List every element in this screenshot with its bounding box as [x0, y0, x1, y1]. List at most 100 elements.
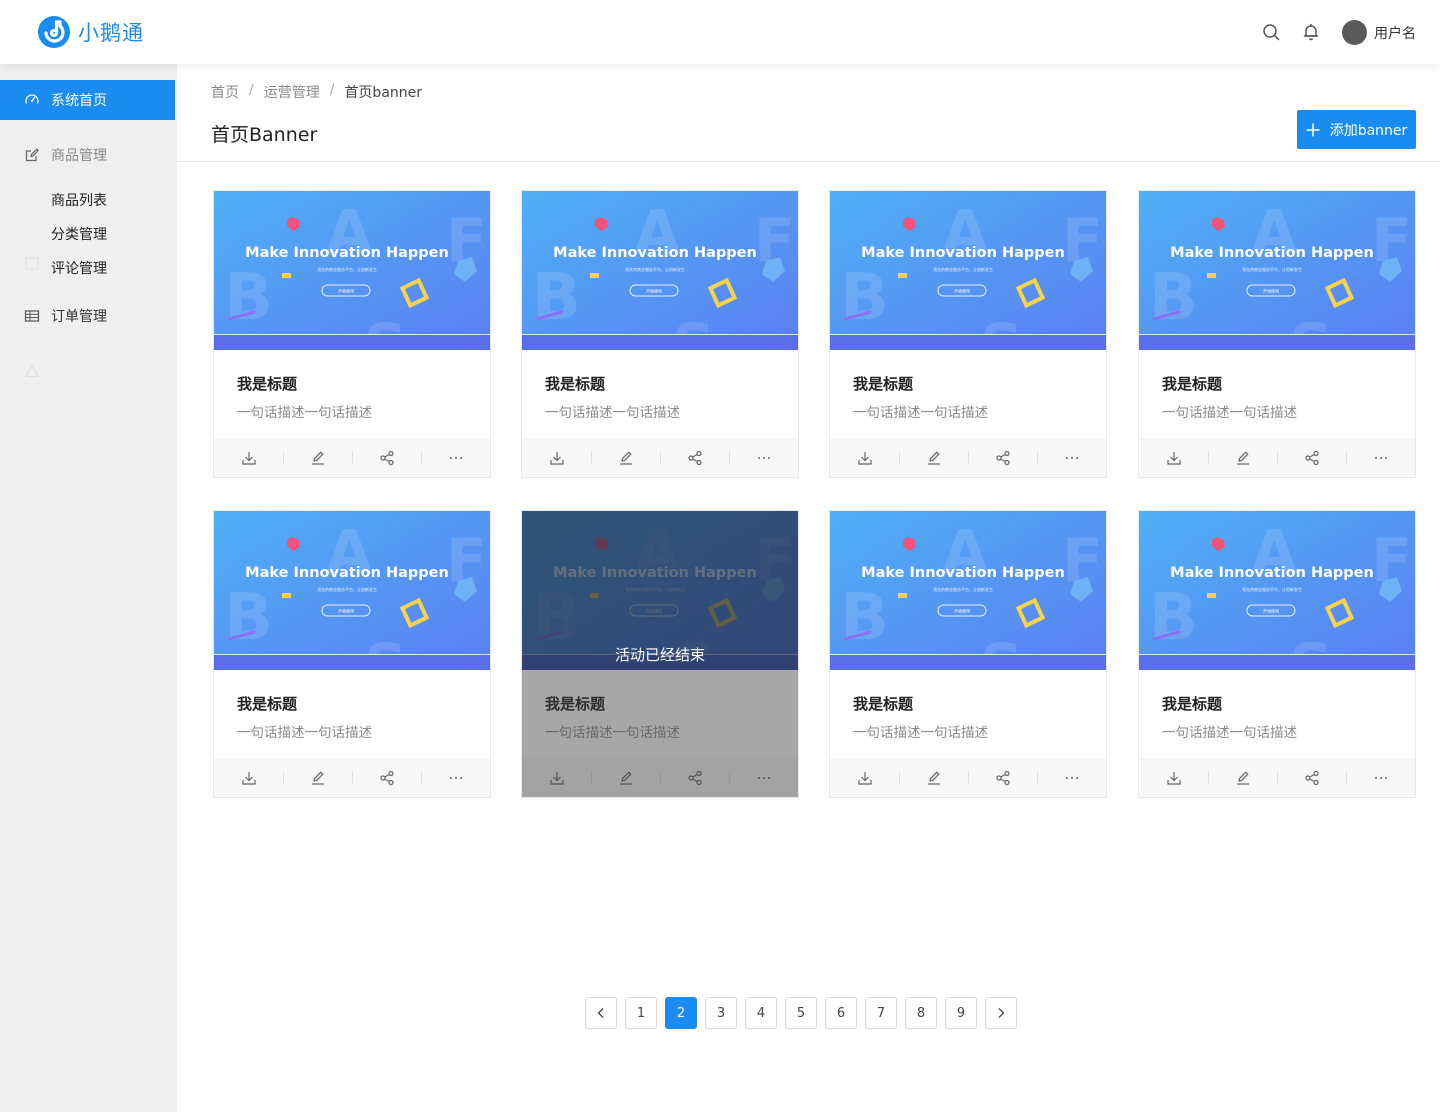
card-title: 我是标题 [853, 695, 914, 713]
card-title: 我是标题 [1162, 695, 1223, 713]
edit-button[interactable] [899, 438, 968, 477]
banner-card[interactable]: B A F S Make Innovation Happen 领先的商业服务平台… [829, 510, 1107, 798]
sidebar-item-goods-list[interactable]: 商品列表 [51, 190, 107, 210]
add-banner-button[interactable]: 添加banner [1297, 110, 1416, 149]
page-7-button[interactable]: 7 [865, 997, 897, 1029]
banner-subtitle: 领先的商业服务平台，让创新发生 [933, 266, 993, 272]
card-description: 一句话描述一句话描述 [853, 405, 988, 421]
edit-button[interactable] [1208, 758, 1277, 797]
edit-icon [1236, 451, 1249, 465]
card-actions [1139, 758, 1415, 797]
card-title: 我是标题 [545, 375, 606, 393]
svg-text:B: B [840, 261, 889, 335]
more-button[interactable] [1037, 438, 1106, 477]
page-3-button[interactable]: 3 [705, 997, 737, 1029]
banner-card[interactable]: B A F S Make Innovation Happen 领先的商业服务平台… [829, 190, 1107, 478]
more-button[interactable] [1037, 758, 1106, 797]
banner-illustration: B A F S Make Innovation Happen 领先的商业服务平台… [830, 511, 1106, 670]
banner-subtitle: 领先的商业服务平台，让创新发生 [1242, 586, 1302, 592]
banner-card[interactable]: B A F S Make Innovation Happen 领先的商业服务平台… [521, 190, 799, 478]
banner-image: B A F S Make Innovation Happen 领先的商业服务平台… [830, 511, 1106, 670]
user-menu[interactable]: 用户名 [1342, 20, 1416, 45]
download-icon [1166, 452, 1181, 465]
edit-icon [311, 451, 324, 465]
page-5-button[interactable]: 5 [785, 997, 817, 1029]
page-6-button[interactable]: 6 [825, 997, 857, 1029]
banner-card[interactable]: B A F S Make Innovation Happen 领先的商业服务平台… [213, 510, 491, 798]
banner-illustration: B A F S Make Innovation Happen 领先的商业服务平台… [214, 511, 490, 670]
more-button[interactable] [421, 758, 490, 797]
banner-subtitle: 领先的商业服务平台，让创新发生 [1242, 266, 1302, 272]
page-9-button[interactable]: 9 [945, 997, 977, 1029]
dashboard-icon [25, 94, 39, 104]
download-button[interactable] [214, 758, 283, 797]
breadcrumb-operations[interactable]: 运营管理 [264, 82, 320, 102]
card-actions [1139, 438, 1415, 477]
banner-headline: Make Innovation Happen [861, 245, 1065, 261]
banner-card[interactable]: B A F S Make Innovation Happen 领先的商业服务平台… [213, 190, 491, 478]
edit-square-icon [25, 148, 39, 162]
page-4-button[interactable]: 4 [745, 997, 777, 1029]
share-button[interactable] [352, 438, 421, 477]
banner-headline: Make Innovation Happen [245, 245, 449, 261]
sidebar-item-category[interactable]: 分类管理 [51, 224, 107, 244]
more-button[interactable] [1346, 758, 1415, 797]
sidebar-item-goods[interactable]: 商品管理 [0, 135, 175, 175]
sidebar-item-label: 订单管理 [51, 309, 107, 325]
edit-button[interactable] [283, 438, 352, 477]
download-button[interactable] [522, 438, 591, 477]
card-body: 我是标题 一句话描述一句话描述 [214, 350, 490, 438]
edit-button[interactable] [591, 438, 660, 477]
banner-card[interactable]: B A F S Make Innovation Happen 领先的商业服务平台… [1138, 190, 1416, 478]
more-icon [449, 777, 462, 779]
breadcrumb-home[interactable]: 首页 [211, 82, 239, 102]
download-icon [857, 452, 872, 465]
prev-page-button[interactable] [585, 997, 617, 1029]
download-button[interactable] [1139, 438, 1208, 477]
banner-subtitle: 领先的商业服务平台，让创新发生 [317, 586, 377, 592]
download-button[interactable] [830, 438, 899, 477]
share-button[interactable] [660, 438, 729, 477]
banner-cta: 开始使用 [1263, 288, 1279, 294]
share-button[interactable] [968, 438, 1037, 477]
sidebar-item-comments[interactable]: 评论管理 [51, 258, 107, 278]
more-icon [1065, 457, 1078, 459]
share-button[interactable] [352, 758, 421, 797]
download-button[interactable] [830, 758, 899, 797]
more-button[interactable] [729, 438, 798, 477]
more-button[interactable] [421, 438, 490, 477]
banner-image: B A F S Make Innovation Happen 领先的商业服务平台… [522, 191, 798, 350]
edit-button[interactable] [1208, 438, 1277, 477]
card-body: 我是标题 一句话描述一句话描述 [522, 350, 798, 438]
divider [177, 161, 1440, 162]
next-page-button[interactable] [985, 997, 1017, 1029]
banner-subtitle: 领先的商业服务平台，让创新发生 [317, 266, 377, 272]
plus-icon [1306, 123, 1320, 136]
edit-button[interactable] [899, 758, 968, 797]
app-name: 小鹅通 [78, 21, 144, 45]
more-button[interactable] [1346, 438, 1415, 477]
page-1-button[interactable]: 1 [625, 997, 657, 1029]
more-icon [449, 457, 462, 459]
bell-icon[interactable] [1301, 22, 1321, 42]
download-button[interactable] [1139, 758, 1208, 797]
search-icon[interactable] [1261, 22, 1281, 42]
card-title: 我是标题 [1162, 375, 1223, 393]
page-2-button[interactable]: 2 [665, 997, 697, 1029]
banner-image: B A F S Make Innovation Happen 领先的商业服务平台… [830, 191, 1106, 350]
download-button[interactable] [214, 438, 283, 477]
share-button[interactable] [1277, 438, 1346, 477]
sidebar-item-home[interactable]: 系统首页 [0, 80, 175, 120]
edit-button[interactable] [283, 758, 352, 797]
sidebar-item-orders[interactable]: 订单管理 [0, 296, 175, 336]
card-body: 我是标题 一句话描述一句话描述 [214, 670, 490, 758]
share-button[interactable] [1277, 758, 1346, 797]
banner-card[interactable]: B A F S Make Innovation Happen 领先的商业服务平台… [1138, 510, 1416, 798]
svg-text:B: B [532, 261, 581, 335]
banner-card[interactable]: B A F S Make Innovation Happen 领先的商业服务平台… [521, 510, 799, 798]
page-8-button[interactable]: 8 [905, 997, 937, 1029]
logo[interactable]: 小鹅通 [38, 16, 144, 48]
share-button[interactable] [968, 758, 1037, 797]
username: 用户名 [1374, 25, 1416, 42]
banner-image: B A F S Make Innovation Happen 领先的商业服务平台… [214, 511, 490, 670]
